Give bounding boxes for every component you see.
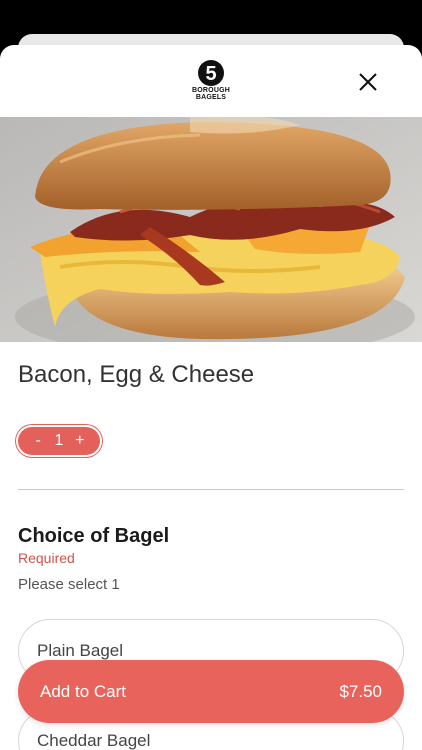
add-to-cart-button[interactable]: Add to Cart $7.50 — [18, 660, 404, 723]
logo-icon: 5 — [198, 60, 224, 86]
option-label: Cheddar Bagel — [37, 731, 151, 750]
svg-text:5: 5 — [205, 63, 216, 85]
brand-logo: 5 BOROUGH BAGELS — [186, 59, 236, 107]
item-modal: 5 BOROUGH BAGELS Bacon, Egg & Cheese - 1… — [0, 45, 422, 750]
logo-text-line1: BOROUGH — [192, 87, 230, 94]
cart-price: $7.50 — [339, 681, 382, 701]
decrement-button[interactable]: - — [30, 427, 46, 455]
modal-header: 5 BOROUGH BAGELS — [0, 45, 422, 117]
required-label: Required — [18, 550, 75, 566]
option-label: Plain Bagel — [37, 641, 124, 660]
close-icon — [359, 73, 377, 91]
item-title: Bacon, Egg & Cheese — [18, 361, 255, 388]
add-to-cart-label: Add to Cart — [40, 681, 126, 701]
selection-instruction: Please select 1 — [18, 576, 120, 593]
increment-button[interactable]: + — [72, 427, 88, 455]
item-photo — [0, 117, 422, 342]
logo-text-line2: BAGELS — [195, 94, 227, 101]
option-group-title: Choice of Bagel — [18, 525, 170, 547]
bacon-egg-cheese-bagel-photo-icon — [0, 117, 422, 342]
divider — [18, 489, 404, 490]
quantity-stepper: - 1 + — [18, 427, 100, 455]
quantity-value: 1 — [54, 432, 64, 449]
close-button[interactable] — [358, 72, 378, 92]
